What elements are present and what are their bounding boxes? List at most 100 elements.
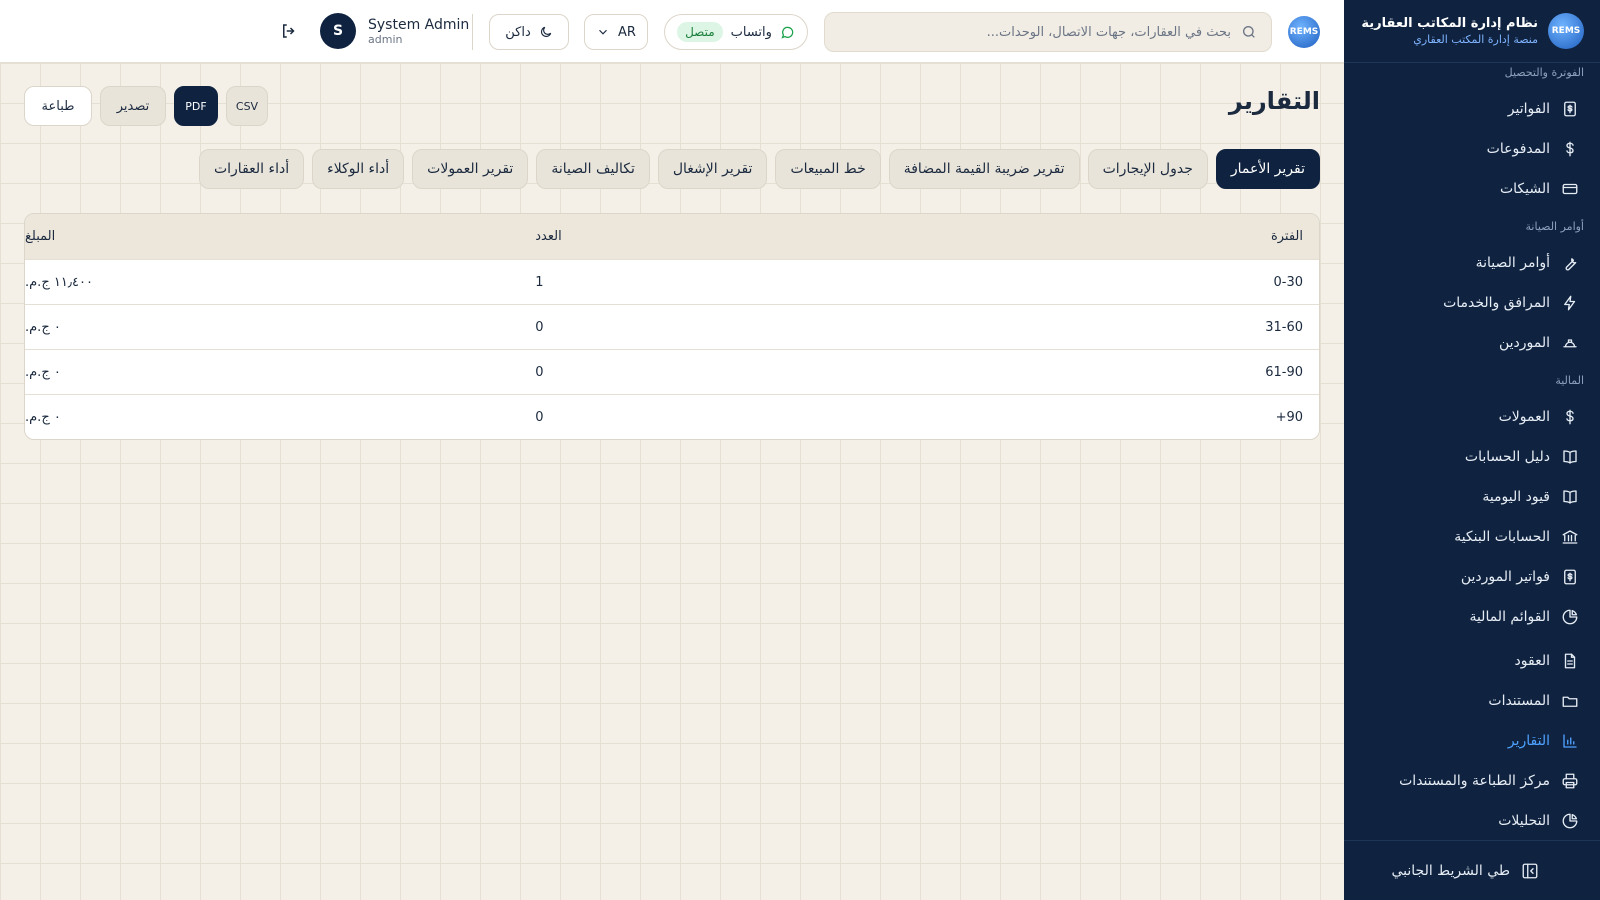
theme-toggle-button[interactable]: داكن (489, 14, 569, 50)
bolt-icon (1560, 293, 1580, 313)
sidebar-item-label: الفواتير (1507, 101, 1550, 117)
language-switcher[interactable]: AR (584, 14, 648, 50)
period-cell: 31-60 (1265, 319, 1303, 335)
sidebar-item[interactable]: فواتير الموردين (1344, 557, 1600, 597)
brand-logo: REMS (1548, 13, 1584, 49)
logout-button[interactable] (280, 22, 300, 42)
period-cell: 0-30 (1273, 274, 1303, 290)
sidebar-item-label: الحسابات البنكية (1454, 529, 1550, 545)
period-cell: +90 (1275, 409, 1303, 425)
amount-cell: ٠ ج.م. (25, 364, 61, 380)
sidebar-section-label: المالية (1555, 373, 1584, 387)
sidebar-item-label: مركز الطباعة والمستندات (1399, 773, 1550, 789)
sidebar-item[interactable]: التحليلات (1344, 801, 1600, 835)
report-tab[interactable]: أداء الوكلاء (312, 149, 405, 189)
whatsapp-status-button[interactable]: واتساب متصل (664, 14, 808, 50)
print-button[interactable]: طباعة (24, 86, 92, 126)
count-cell: 0 (535, 364, 544, 380)
sidebar-item[interactable]: أوامر الصيانة (1344, 243, 1600, 283)
sidebar-section-label: أوامر الصيانة (1525, 219, 1584, 233)
sidebar-item-label: القوائم المالية (1469, 609, 1550, 625)
hardhat-icon (1560, 333, 1580, 353)
user-menu[interactable]: S System Admin admin (320, 13, 469, 49)
brand-subtitle: منصة إدارة المكتب العقاري (1413, 33, 1538, 46)
sidebar-item[interactable]: العقود (1344, 641, 1600, 681)
header-divider (472, 14, 473, 50)
sidebar-item[interactable]: المدفوعات (1344, 129, 1600, 169)
report-tab[interactable]: أداء العقارات (198, 149, 305, 189)
invoice-icon (1560, 99, 1580, 119)
dollar-icon (1560, 139, 1580, 159)
sidebar-item[interactable]: قيود اليومية (1344, 477, 1600, 517)
user-role: admin (368, 32, 403, 46)
sidebar-item[interactable]: دليل الحسابات (1344, 437, 1600, 477)
sidebar-item[interactable]: المرافق والخدمات (1344, 283, 1600, 323)
collapse-label: طي الشريط الجانبي (1391, 862, 1510, 879)
sidebar-item[interactable]: العمولات (1344, 397, 1600, 437)
report-tab[interactable]: تقرير ضريبة القيمة المضافة (888, 149, 1080, 189)
sidebar-item[interactable]: القوائم المالية (1344, 597, 1600, 637)
sidebar-item[interactable]: الفواتير (1344, 89, 1600, 129)
report-tab[interactable]: جدول الإيجارات (1087, 149, 1208, 189)
sidebar-section-label: الفوترة والتحصيل (1504, 65, 1584, 79)
printer-icon (1560, 771, 1580, 791)
sidebar-item[interactable]: مركز الطباعة والمستندات (1344, 761, 1600, 801)
avatar: S (320, 13, 356, 49)
card-icon (1560, 179, 1580, 199)
folder-icon (1560, 691, 1580, 711)
user-name: System Admin (368, 16, 470, 33)
amount-cell: ٠ ج.م. (25, 409, 61, 425)
amount-cell: ٠ ج.م. (25, 319, 61, 335)
chart-icon (1560, 731, 1580, 751)
wrench-icon (1560, 253, 1580, 273)
sidebar-item-label: العقود (1514, 653, 1550, 669)
column-header-count: العدد (535, 229, 562, 244)
dollar-icon (1560, 407, 1580, 427)
invoice-icon (1560, 567, 1580, 587)
report-tab[interactable]: تكاليف الصيانة (536, 149, 650, 189)
sidebar-item-label: المستندات (1488, 693, 1550, 709)
column-header-period: الفترة (1270, 229, 1303, 244)
sidebar-item[interactable]: الموردين (1344, 323, 1600, 363)
search-input[interactable] (839, 24, 1231, 40)
sidebar-item-label: دليل الحسابات (1464, 449, 1550, 465)
count-cell: 0 (535, 319, 544, 335)
sidebar-item-label: الشيكات (1499, 181, 1550, 197)
theme-label: داكن (505, 24, 531, 40)
pie-icon (1560, 607, 1580, 627)
whatsapp-status-badge: متصل (677, 22, 723, 42)
sidebar-item[interactable]: المستندات (1344, 681, 1600, 721)
book-icon (1560, 447, 1580, 467)
sidebar-item-label: التحليلات (1498, 813, 1550, 829)
report-tab[interactable]: تقرير العمولات (412, 149, 529, 189)
collapse-sidebar-button[interactable]: طي الشريط الجانبي (1344, 840, 1600, 900)
column-header-amount: المبلغ (25, 229, 56, 244)
sidebar-item[interactable]: التقارير (1344, 721, 1600, 761)
report-tabs: تقرير الأعمار جدول الإيجارات تقرير ضريبة ا… (198, 149, 1320, 189)
report-tab[interactable]: تقرير الإشغال (657, 149, 768, 189)
sidebar-item-label: قيود اليومية (1482, 489, 1550, 505)
search-icon (1243, 26, 1255, 38)
brand-title: نظام إدارة المكاتب العقارية (1361, 16, 1538, 31)
count-cell: 0 (535, 409, 544, 425)
whatsapp-icon (781, 26, 794, 39)
csv-button[interactable]: CSV (226, 86, 268, 126)
top-header: REMS واتساب متصل AR داكن S System Admin … (0, 0, 1344, 63)
export-button[interactable]: تصدير (100, 86, 166, 126)
sidebar-item[interactable]: الحسابات البنكية (1344, 517, 1600, 557)
report-tab[interactable]: تقرير الأعمار (1215, 149, 1320, 189)
search-bar[interactable] (824, 12, 1272, 52)
pdf-button[interactable]: PDF (174, 86, 218, 126)
header-logo: REMS (1288, 16, 1320, 48)
report-tab[interactable]: خط المبيعات (775, 149, 881, 189)
count-cell: 1 (535, 274, 544, 290)
sidebar-item-label: العمولات (1498, 409, 1550, 425)
moon-icon (540, 26, 551, 37)
sidebar-nav: الفوترة والتحصيل الفواتير المدفوعات الشيكات… (1344, 55, 1600, 835)
language-label: AR (618, 24, 636, 40)
table-row: +90 0 ٠ ج.م. (25, 394, 1319, 439)
logout-icon (283, 24, 295, 38)
sidebar-item[interactable]: الشيكات (1344, 169, 1600, 209)
book-icon (1560, 487, 1580, 507)
file-icon (1560, 651, 1580, 671)
